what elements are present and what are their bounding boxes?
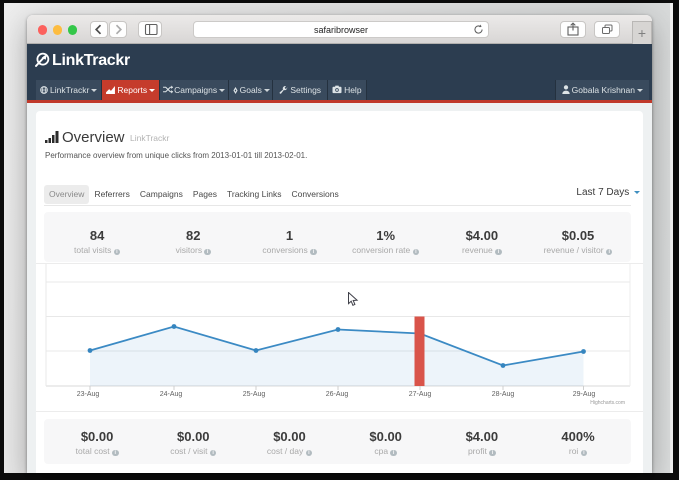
svg-text:27-Aug: 27-Aug (409, 391, 432, 398)
svg-text:29-Aug: 29-Aug (573, 391, 596, 398)
svg-text:23-Aug: 23-Aug (77, 391, 100, 398)
svg-text:26-Aug: 26-Aug (326, 391, 349, 398)
svg-text:25-Aug: 25-Aug (243, 391, 266, 398)
svg-text:24-Aug: 24-Aug (160, 391, 183, 398)
svg-text:28-Aug: 28-Aug (492, 391, 515, 398)
svg-text:Highcharts.com: Highcharts.com (590, 400, 625, 406)
